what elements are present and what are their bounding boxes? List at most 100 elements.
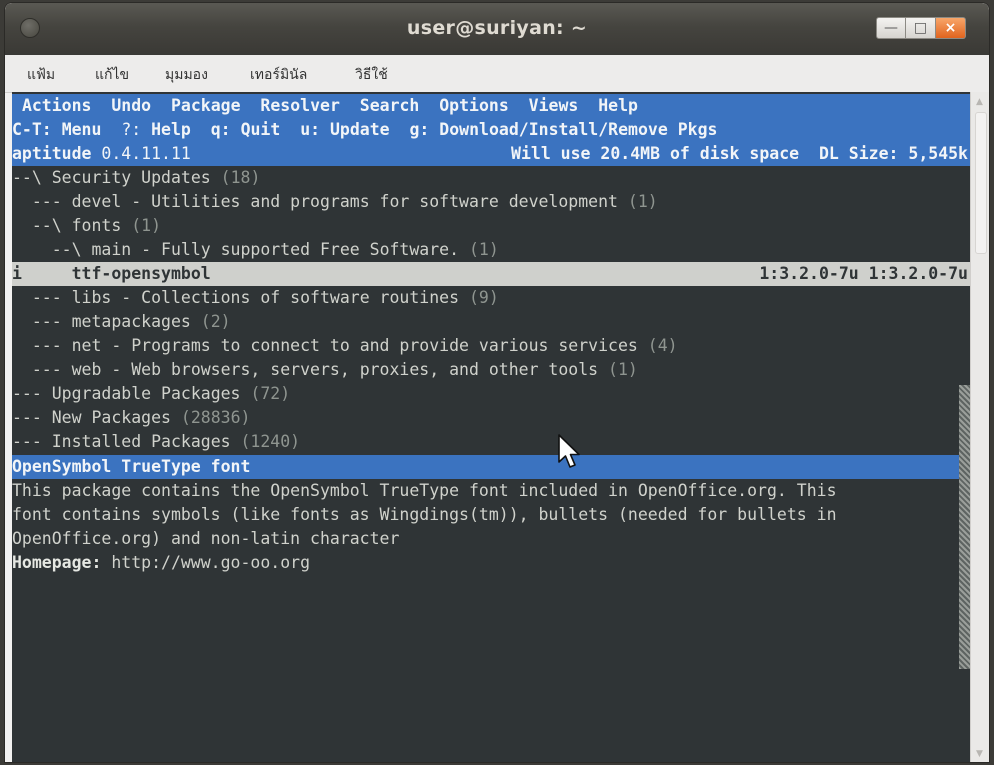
- apt-menu-options[interactable]: Options: [439, 96, 509, 115]
- close-button[interactable]: ×: [936, 17, 966, 39]
- tree-row-libs[interactable]: --- libs - Collections of software routi…: [12, 286, 970, 310]
- menu-terminal[interactable]: เทอร์มินัล: [250, 64, 307, 86]
- description-title: OpenSymbol TrueType font: [12, 455, 970, 479]
- shortcut-label: Help: [151, 120, 191, 139]
- tree-count: (72): [250, 384, 291, 403]
- shortcut-hints: C-T: Menu ?: Help q: Quit u: Update g: D…: [12, 118, 970, 142]
- scroll-down-arrow-icon[interactable]: ▼: [976, 749, 983, 759]
- tree-count: (9): [468, 288, 499, 307]
- tree-count: (4): [647, 336, 678, 355]
- package-row-ttf-opensymbol[interactable]: i ttf-opensymbol 1:3.2.0-7u 1:3.2.0-7u: [12, 262, 970, 286]
- menu-edit[interactable]: แก้ไข: [95, 64, 129, 86]
- tree-count: (28836): [180, 408, 251, 427]
- window-title: user@suriyan: ~: [406, 17, 588, 39]
- tree-prefix: ---: [12, 336, 72, 355]
- minimize-button[interactable]: —: [876, 17, 906, 39]
- tree-prefix: --\: [12, 168, 52, 187]
- tree-row-fonts[interactable]: --\ fonts (1): [12, 214, 970, 238]
- shortcut-key: g:: [409, 120, 430, 139]
- description-line: This package contains the OpenSymbol Tru…: [12, 481, 837, 500]
- tree-prefix: ---: [12, 384, 52, 403]
- maximize-button[interactable]: □: [906, 17, 936, 39]
- apt-menu-resolver[interactable]: Resolver: [260, 96, 339, 115]
- tree-prefix: ---: [12, 312, 72, 331]
- tree-row-security-updates[interactable]: --\ Security Updates (18): [12, 166, 970, 190]
- tree-label: fonts: [71, 216, 122, 235]
- tree-label: libs - Collections of software routines: [71, 288, 460, 307]
- tree-row-upgradable[interactable]: --- Upgradable Packages (72): [12, 382, 970, 406]
- shortcut-key: C-T:: [12, 120, 52, 139]
- tree-label: net - Programs to connect to and provide…: [71, 336, 638, 355]
- status-right: Will use 20.4MB of disk space DL Size: 5…: [511, 142, 968, 166]
- shortcut-label: Download/Install/Remove Pkgs: [439, 120, 718, 139]
- tree-label: New Packages: [51, 408, 171, 427]
- tree-row-installed[interactable]: --- Installed Packages (1240): [12, 430, 970, 454]
- description-line: font contains symbols (like fonts as Win…: [12, 505, 837, 524]
- disk-usage: Will use 20.4MB of disk space: [511, 144, 800, 163]
- shortcut-key: q:: [210, 120, 231, 139]
- tree-count: (18): [220, 168, 261, 187]
- tree-count: (1): [627, 192, 658, 211]
- tree-prefix: --\: [12, 216, 72, 235]
- tree-prefix: ---: [12, 192, 72, 211]
- app-name: aptitude: [12, 144, 92, 163]
- app-version: 0.4.11.11: [101, 144, 191, 163]
- tree-count: (2): [200, 312, 231, 331]
- tree-prefix: ---: [12, 360, 72, 379]
- status-line: aptitude 0.4.11.11 Will use 20.4MB of dis…: [12, 142, 970, 166]
- package-state: i: [12, 264, 72, 283]
- tree-count: (1): [468, 240, 499, 259]
- tree-row-devel[interactable]: --- devel - Utilities and programs for s…: [12, 190, 970, 214]
- tree-label: devel - Utilities and programs for softw…: [71, 192, 618, 211]
- tree-count: (1240): [240, 432, 301, 451]
- download-size: DL Size: 5,545k: [818, 144, 968, 163]
- package-versions: 1:3.2.0-7u 1:3.2.0-7u: [759, 264, 968, 283]
- menu-bar: แฟ้ม แก้ไข มุมมอง เทอร์มินัล วิธีใช้: [5, 55, 989, 93]
- tree-row-net[interactable]: --- net - Programs to connect to and pro…: [12, 334, 970, 358]
- scroll-up-arrow-icon[interactable]: ▲: [976, 97, 983, 107]
- menu-file[interactable]: แฟ้ม: [27, 64, 55, 86]
- aptitude-menu-bar: Actions Undo Package Resolver Search Opt…: [12, 94, 970, 118]
- tree-row-metapackages[interactable]: --- metapackages (2): [12, 310, 970, 334]
- terminal-scrollbar[interactable]: ▲ ▼: [970, 92, 989, 762]
- description-line: OpenOffice.org) and non-latin character: [12, 529, 400, 548]
- shortcut-label: Menu: [61, 120, 102, 139]
- apt-menu-views[interactable]: Views: [529, 96, 579, 115]
- tree-row-web[interactable]: --- web - Web browsers, servers, proxies…: [12, 358, 970, 382]
- package-name: ttf-opensymbol: [71, 264, 211, 283]
- tree-prefix: --\: [12, 240, 92, 259]
- tree-count: (1): [608, 360, 638, 379]
- mouse-pointer-icon: [558, 434, 580, 468]
- shortcut-key: u:: [300, 120, 321, 139]
- apt-menu-undo[interactable]: Undo: [111, 96, 151, 115]
- tree-label: Security Updates: [51, 168, 211, 187]
- apt-menu-package[interactable]: Package: [171, 96, 241, 115]
- scrollbar-thumb[interactable]: [975, 112, 987, 254]
- terminal-window: user@suriyan: ~ — □ × แฟ้ม แก้ไข มุมมอง …: [5, 3, 989, 762]
- tree-row-main[interactable]: --\ main - Fully supported Free Software…: [12, 238, 970, 262]
- tree-prefix: ---: [12, 288, 72, 307]
- homepage-url[interactable]: http://www.go-oo.org: [101, 553, 310, 572]
- tree-label: main - Fully supported Free Software.: [91, 240, 460, 259]
- shortcut-label: Quit: [240, 120, 281, 139]
- menu-help[interactable]: วิธีใช้: [355, 64, 388, 86]
- apt-menu-search[interactable]: Search: [360, 96, 420, 115]
- shortcut-label: Update: [330, 120, 390, 139]
- tree-count: (1): [131, 216, 162, 235]
- tree-label: metapackages: [71, 312, 191, 331]
- homepage-label: Homepage:: [12, 553, 102, 572]
- title-bar[interactable]: user@suriyan: ~ — □ ×: [5, 3, 989, 55]
- apt-menu-help[interactable]: Help: [598, 96, 638, 115]
- shortcut-key: ?:: [121, 120, 142, 139]
- terminal-area[interactable]: Actions Undo Package Resolver Search Opt…: [12, 92, 970, 762]
- description-scroll-indicator: [959, 385, 970, 669]
- apt-menu-actions[interactable]: Actions: [22, 96, 92, 115]
- menu-view[interactable]: มุมมอง: [165, 64, 208, 86]
- tree-label: web - Web browsers, servers, proxies, an…: [71, 360, 599, 379]
- tree-row-new[interactable]: --- New Packages (28836): [12, 406, 970, 430]
- tree-label: Upgradable Packages: [51, 384, 241, 403]
- tree-prefix: ---: [12, 432, 52, 451]
- tree-prefix: ---: [12, 408, 52, 427]
- tree-label: Installed Packages: [51, 432, 231, 451]
- homepage-line: Homepage: http://www.go-oo.org: [12, 551, 970, 575]
